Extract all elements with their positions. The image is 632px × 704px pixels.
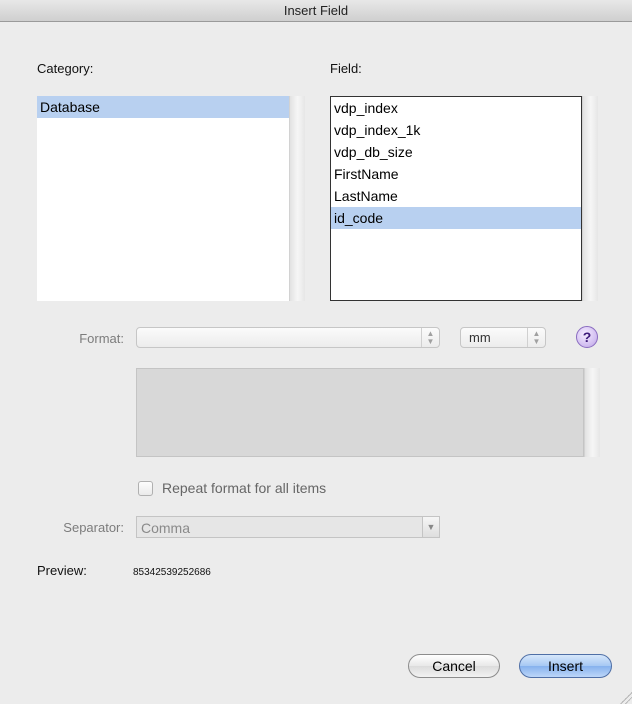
repeat-format-label: Repeat format for all items (162, 480, 327, 496)
insert-button[interactable]: Insert (519, 654, 612, 678)
separator-select[interactable]: Comma ▼ (136, 516, 440, 538)
resize-grip-icon[interactable] (620, 692, 632, 704)
field-item-vdp-index-1k[interactable]: vdp_index_1k (331, 119, 581, 141)
preview-label: Preview: (37, 563, 87, 578)
field-label: Field: (330, 61, 362, 76)
chevron-down-icon: ▼ (422, 517, 439, 537)
format-options-scrollbar[interactable] (584, 368, 600, 457)
field-item-firstname[interactable]: FirstName (331, 163, 581, 185)
cancel-button[interactable]: Cancel (408, 654, 500, 678)
field-item-vdp-index[interactable]: vdp_index (331, 97, 581, 119)
category-label: Category: (37, 61, 94, 76)
unit-value: mm (469, 330, 491, 345)
field-item-lastname[interactable]: LastName (331, 185, 581, 207)
insert-field-dialog: Category: Field: Database vdp_index vdp_… (0, 23, 632, 704)
format-options-area (136, 368, 584, 457)
unit-popup[interactable]: mm ▲ ▼ (460, 327, 546, 348)
up-down-arrows-icon: ▲ ▼ (421, 328, 439, 347)
repeat-format-checkbox[interactable] (138, 481, 153, 496)
field-scrollbar[interactable] (582, 96, 598, 301)
category-scrollbar[interactable] (289, 96, 305, 301)
format-popup[interactable]: ▲ ▼ (136, 327, 440, 348)
field-list[interactable]: vdp_index vdp_index_1k vdp_db_size First… (330, 96, 582, 301)
separator-value: Comma (141, 520, 191, 536)
field-item-vdp-db-size[interactable]: vdp_db_size (331, 141, 581, 163)
help-button[interactable]: ? (576, 326, 598, 348)
category-list[interactable]: Database (37, 96, 289, 301)
field-item-id-code[interactable]: id_code (331, 207, 581, 229)
up-down-arrows-icon: ▲ ▼ (527, 328, 545, 347)
preview-value: 85342539252686 (133, 567, 211, 578)
separator-label: Separator: (63, 520, 124, 535)
format-label: Format: (79, 331, 124, 346)
window-title: Insert Field (0, 0, 632, 22)
category-item-database[interactable]: Database (37, 96, 289, 118)
